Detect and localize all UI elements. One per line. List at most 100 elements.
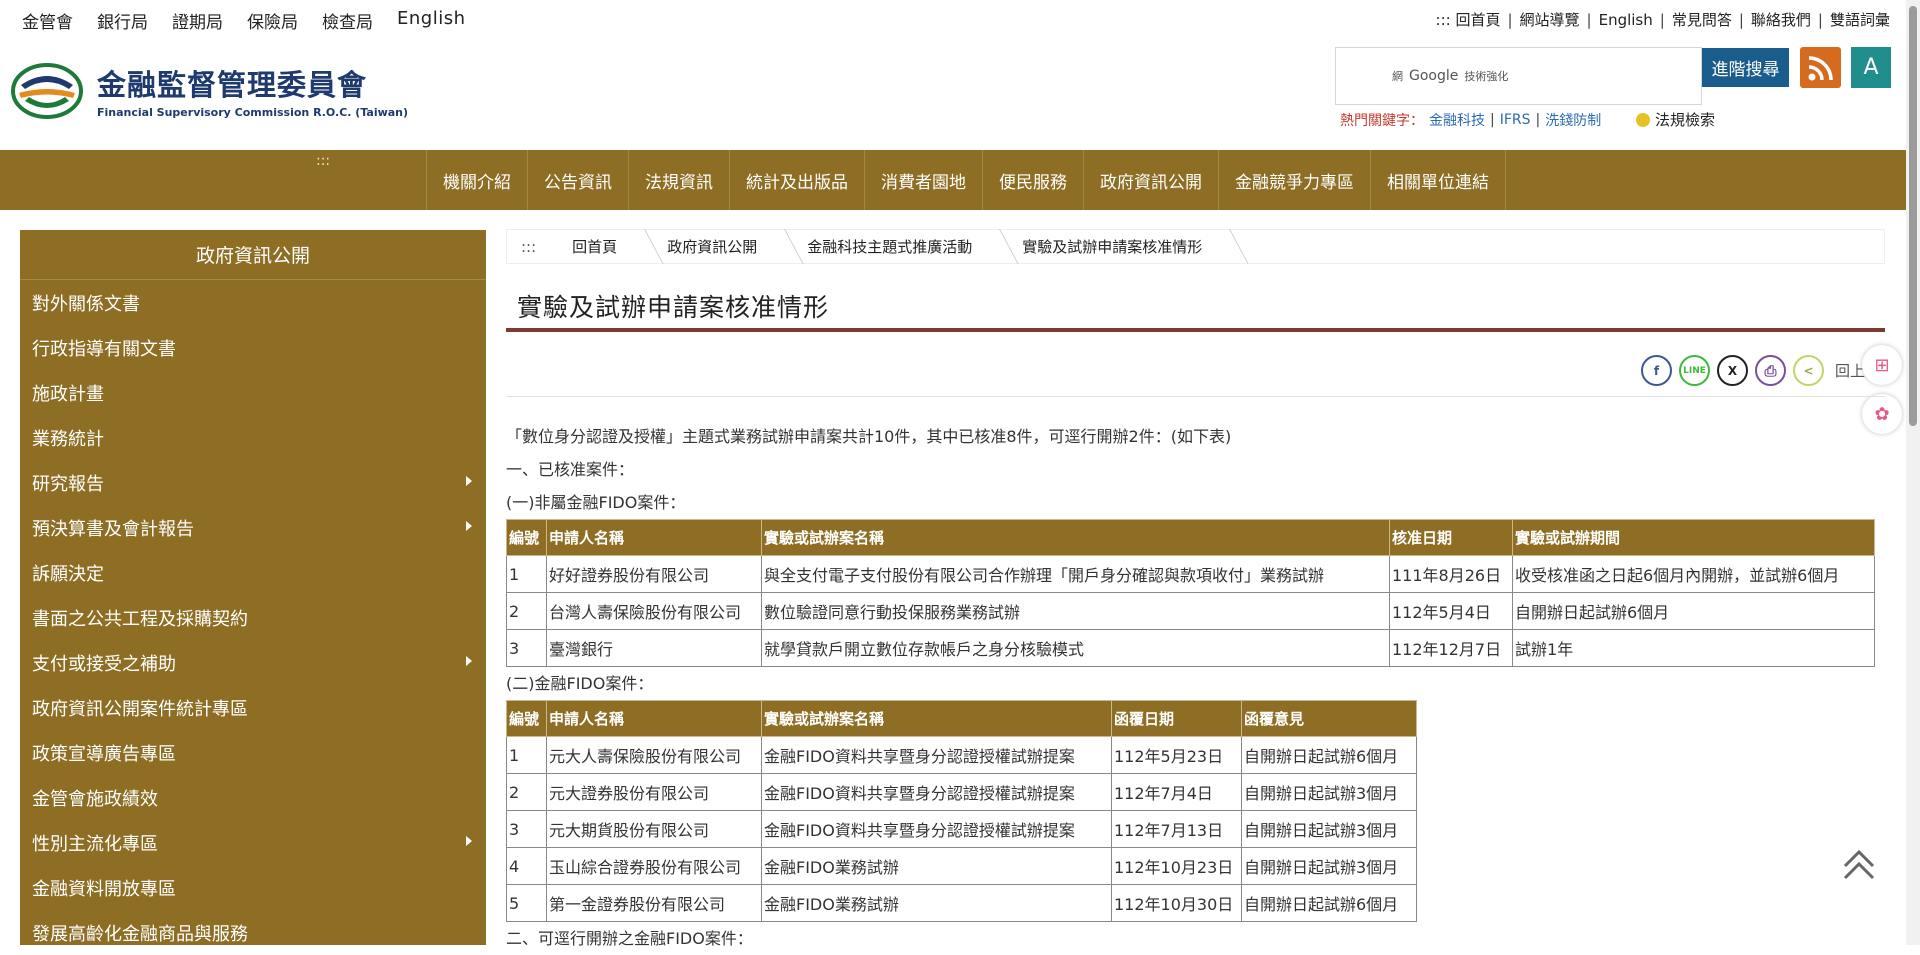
table-cell: 自開辦日起試辦6個月 (1241, 736, 1417, 774)
nav-services[interactable]: 便民服務 (983, 150, 1084, 210)
sidebar-item-label: 金融資料開放專區 (32, 878, 176, 900)
fido-cases-table: 編號 申請人名稱 實驗或試辦案名稱 函覆日期 函覆意見 1 元大人壽保險股份有限公司 金融FI… (506, 700, 1417, 922)
table-header-cell: 申請人名稱 (546, 519, 762, 556)
table-cell: 4 (506, 847, 547, 885)
sidebar-item[interactable]: 研究報告 (20, 460, 486, 505)
top-link-insurance-bureau[interactable]: 保險局 (247, 8, 298, 33)
nav-accesskey-dots[interactable]: ::: (316, 153, 330, 169)
utility-home-link[interactable]: ::: 回首頁 (1436, 9, 1501, 30)
table-header-cell: 函覆意見 (1241, 700, 1417, 737)
utility-sitemap-link[interactable]: 網站導覽 (1520, 9, 1580, 30)
breadcrumb-current[interactable]: 實驗及試辦申請案核准情形 (1000, 229, 1230, 264)
table-header-cell: 實驗或試辦案名稱 (761, 700, 1112, 737)
font-size-button[interactable]: A (1851, 47, 1891, 88)
print-icon[interactable]: ⎙ (1755, 355, 1786, 386)
nav-related-links[interactable]: 相關單位連結 (1371, 150, 1506, 210)
table-row: 1 好好證券股份有限公司 與全支付電子支付股份有限公司合作辦理「開戶身分確認與款項收… (506, 555, 1875, 593)
utility-faq-link[interactable]: 常見問答 (1672, 9, 1732, 30)
table-cell: 112年10月30日 (1111, 884, 1242, 922)
table-cell: 5 (506, 884, 547, 922)
law-search-link[interactable]: 法規檢索 (1636, 109, 1715, 130)
nav-about[interactable]: 機關介紹 (427, 150, 528, 210)
utility-links: ::: 回首頁 | 網站導覽 | English | 常見問答 | 聯絡我們 | 雙語詞彙 (1436, 9, 1890, 30)
utility-glossary-link[interactable]: 雙語詞彙 (1830, 9, 1890, 30)
nav-announcements[interactable]: 公告資訊 (528, 150, 629, 210)
table-cell: 112年10月23日 (1111, 847, 1242, 885)
sidebar-item-label: 行政指導有關文書 (32, 338, 176, 360)
sidebar-item[interactable]: 金融資料開放專區 (20, 865, 486, 910)
table-cell: 112年7月13日 (1111, 810, 1242, 848)
utility-separator: | (1507, 10, 1513, 29)
utility-english-link[interactable]: English (1599, 11, 1653, 29)
sidebar-item[interactable]: 施政計畫 (20, 370, 486, 415)
nav-gov-info[interactable]: 政府資訊公開 (1084, 150, 1219, 210)
sidebar-item[interactable]: 業務統計 (20, 415, 486, 460)
hot-keywords: 熱門關鍵字： 金融科技 | IFRS | 洗錢防制 (1340, 110, 1601, 130)
sidebar-item-label: 預決算書及會計報告 (32, 518, 194, 540)
table-header-cell: 核准日期 (1389, 519, 1513, 556)
table-cell: 數位驗證同意行動投保服務業務試辦 (761, 592, 1390, 630)
sidebar-item[interactable]: 發展高齡化金融商品與服務 (20, 910, 486, 955)
sidebar-item-label: 金管會施政績效 (32, 788, 158, 810)
nav-consumers[interactable]: 消費者園地 (865, 150, 983, 210)
breadcrumb-fintech-activity[interactable]: 金融科技主題式推廣活動 (785, 229, 1000, 264)
hot-keyword-aml[interactable]: 洗錢防制 (1545, 110, 1601, 130)
table-cell: 自開辦日起試辦6個月 (1241, 884, 1417, 922)
top-link-examination-bureau[interactable]: 檢查局 (322, 8, 373, 33)
subsection-fido: (二)金融FIDO案件： (506, 674, 654, 693)
title-divider (506, 328, 1885, 332)
scrollbar-thumb[interactable] (1909, 6, 1917, 426)
table-header-row: 編號 申請人名稱 實驗或試辦案名稱 核准日期 實驗或試辦期間 (506, 519, 1875, 556)
sidebar-item[interactable]: 支付或接受之補助 (20, 640, 486, 685)
sidebar-item-label: 政策宣導廣告專區 (32, 743, 176, 765)
utility-separator: | (1586, 10, 1592, 29)
table-cell: 3 (506, 810, 547, 848)
breadcrumb-dots: ::: (521, 237, 537, 256)
top-link-fsc[interactable]: 金管會 (22, 8, 73, 33)
top-link-english[interactable]: English (397, 8, 466, 33)
site-search-input[interactable]: 網 Google 技術強化 (1335, 47, 1702, 105)
search-powered-prefix: 網 (1392, 70, 1403, 83)
submenu-arrow-icon (466, 836, 472, 846)
back-icon[interactable]: < (1793, 355, 1824, 386)
table-cell: 元大證券股份有限公司 (546, 773, 762, 811)
sidebar-item[interactable]: 性別主流化專區 (20, 820, 486, 865)
table-cell: 112年12月7日 (1389, 629, 1513, 667)
grid-tool-icon[interactable]: ⊞ (1862, 345, 1902, 385)
utility-contact-link[interactable]: 聯絡我們 (1751, 9, 1811, 30)
scroll-to-top-icon[interactable] (1841, 846, 1877, 882)
sidebar-item[interactable]: 對外關係文書 (20, 280, 486, 325)
hot-keyword-fintech[interactable]: 金融科技 (1429, 110, 1485, 130)
breadcrumb-gov-info[interactable]: 政府資訊公開 (645, 229, 785, 264)
table-cell: 112年5月23日 (1111, 736, 1242, 774)
top-link-bank-bureau[interactable]: 銀行局 (97, 8, 148, 33)
sidebar-item[interactable]: 政府資訊公開案件統計專區 (20, 685, 486, 730)
sidebar-item[interactable]: 訴願決定 (20, 550, 486, 595)
table-cell: 112年7月4日 (1111, 773, 1242, 811)
sidebar-item[interactable]: 行政指導有關文書 (20, 325, 486, 370)
nav-statistics[interactable]: 統計及出版品 (730, 150, 865, 210)
table-header-cell: 實驗或試辦案名稱 (761, 519, 1390, 556)
breadcrumb-home[interactable]: 回首頁 (550, 229, 645, 264)
sidebar-item[interactable]: 政策宣導廣告專區 (20, 730, 486, 775)
page-title: 實驗及試辦申請案核准情形 (517, 293, 830, 322)
sidebar-item[interactable]: 金管會施政績效 (20, 775, 486, 820)
nav-regulations[interactable]: 法規資訊 (629, 150, 730, 210)
x-share-icon[interactable]: X (1717, 355, 1748, 386)
site-logo[interactable]: 金融監督管理委員會 Financial Supervisory Commissi… (9, 62, 408, 119)
top-link-securities-bureau[interactable]: 證期局 (172, 8, 223, 33)
line-share-icon[interactable]: LINE (1679, 355, 1710, 386)
sidebar-item-label: 性別主流化專區 (32, 833, 158, 855)
nav-competitiveness[interactable]: 金融競爭力專區 (1219, 150, 1371, 210)
page-scrollbar[interactable] (1906, 0, 1920, 945)
rss-button[interactable] (1800, 47, 1841, 88)
sidebar-item[interactable]: 預決算書及會計報告 (20, 505, 486, 550)
facebook-share-icon[interactable]: f (1641, 355, 1672, 386)
main-navigation: ::: 機關介紹 公告資訊 法規資訊 統計及出版品 消費者園地 便民服務 政府資… (0, 150, 1906, 210)
sidebar-item-label: 對外關係文書 (32, 293, 140, 315)
table-cell: 2 (506, 592, 547, 630)
hot-keyword-ifrs[interactable]: IFRS (1500, 112, 1531, 128)
table-row: 5 第一金證券股份有限公司 金融FIDO業務試辦 112年10月30日 自開辦日起試辦6… (506, 884, 1417, 922)
sidebar-item[interactable]: 書面之公共工程及採購契約 (20, 595, 486, 640)
advanced-search-button[interactable]: 進階搜尋 (1702, 48, 1789, 87)
